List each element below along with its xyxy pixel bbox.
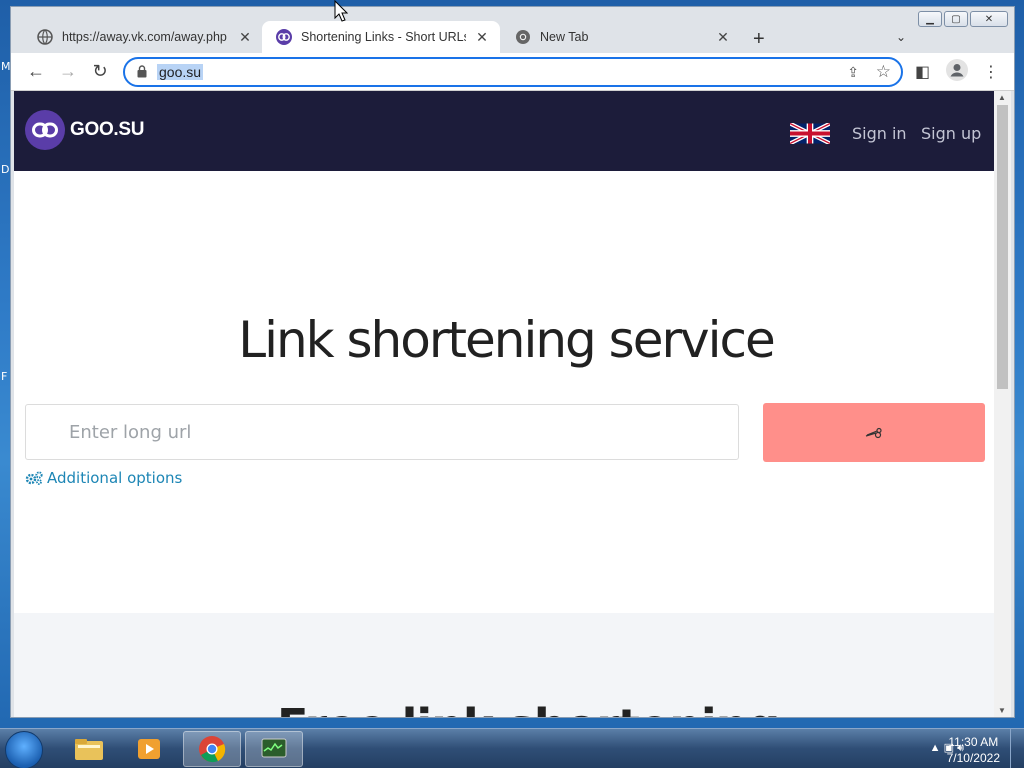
- additional-options-link[interactable]: Additional options: [25, 469, 182, 487]
- windows-taskbar: ▲ ▣ 🔊︎ 11:30 AM 7/10/2022: [0, 728, 1024, 768]
- sign-up-link[interactable]: Sign up: [921, 124, 981, 143]
- tab-strip: https://away.vk.com/away.php ✕ Shortenin…: [11, 19, 1014, 53]
- lock-icon: [137, 65, 147, 78]
- chain-link-logo-icon[interactable]: [25, 110, 65, 150]
- back-arrow-icon[interactable]: ←: [25, 61, 47, 82]
- mouse-cursor-icon: [334, 0, 348, 22]
- share-icon[interactable]: ⇪: [847, 64, 859, 81]
- scrollbar-thumb[interactable]: [997, 105, 1008, 389]
- tab-title: Shortening Links - Short URLs | G: [301, 30, 466, 44]
- media-player-taskbar-icon[interactable]: [120, 731, 178, 767]
- side-panel-icon[interactable]: ◧: [915, 62, 930, 82]
- scroll-down-icon[interactable]: ▼: [998, 706, 1006, 715]
- shorten-button[interactable]: [763, 403, 985, 462]
- show-desktop-button[interactable]: [1010, 729, 1024, 768]
- tab-title: New Tab: [540, 30, 589, 44]
- chrome-taskbar-icon[interactable]: [183, 731, 241, 767]
- page-scrollbar[interactable]: ▲ ▼: [994, 91, 1011, 717]
- site-header: GOO.SU Sign in Sign up: [14, 91, 994, 171]
- task-manager-taskbar-icon[interactable]: [245, 731, 303, 767]
- desktop-icon-label: D: [1, 163, 10, 176]
- address-bar[interactable]: goo.su ⇪ ☆: [123, 57, 903, 87]
- bookmark-star-icon[interactable]: ☆: [876, 62, 891, 82]
- profile-avatar-icon[interactable]: [946, 59, 968, 86]
- tab-search-chevron-icon[interactable]: ⌄: [896, 30, 906, 44]
- web-page: GOO.SU Sign in Sign up Link shortening s…: [14, 91, 994, 717]
- tab-goo-su[interactable]: Shortening Links - Short URLs | G ✕: [262, 21, 500, 53]
- desktop-icon-label: F: [1, 370, 8, 383]
- chrome-icon: [515, 29, 531, 45]
- site-logo-text[interactable]: GOO.SU: [70, 119, 145, 141]
- browser-window: ▁ ▢ ✕ https://away.vk.com/away.php ✕ Sho…: [10, 6, 1015, 718]
- forward-arrow-icon[interactable]: →: [57, 61, 79, 82]
- reload-icon[interactable]: ↻: [89, 61, 111, 82]
- tab-new-tab[interactable]: New Tab ✕: [501, 21, 741, 53]
- address-text[interactable]: goo.su: [157, 64, 204, 80]
- tray-expand-icon[interactable]: ▲: [930, 742, 941, 754]
- close-tab-icon[interactable]: ✕: [237, 29, 253, 46]
- system-clock[interactable]: 11:30 AM 7/10/2022: [947, 734, 1000, 766]
- close-tab-icon[interactable]: ✕: [715, 29, 731, 46]
- menu-dots-icon[interactable]: ⋮: [983, 62, 999, 82]
- file-explorer-taskbar-icon[interactable]: [60, 731, 118, 767]
- tab-title: https://away.vk.com/away.php: [62, 30, 227, 44]
- long-url-input[interactable]: [25, 404, 739, 460]
- sign-in-link[interactable]: Sign in: [852, 124, 907, 143]
- new-tab-plus-icon[interactable]: +: [753, 28, 765, 51]
- scissors-icon: [865, 427, 882, 438]
- goo-su-favicon-icon: [276, 29, 292, 45]
- tab-vk-away[interactable]: https://away.vk.com/away.php ✕: [23, 21, 263, 53]
- uk-flag-icon[interactable]: [790, 123, 830, 144]
- hero-title: Link shortening service: [238, 311, 776, 369]
- globe-icon: [37, 29, 53, 45]
- close-tab-icon[interactable]: ✕: [474, 29, 490, 46]
- scroll-up-icon[interactable]: ▲: [998, 93, 1006, 102]
- start-button[interactable]: [5, 731, 43, 768]
- clock-date: 7/10/2022: [946, 751, 1000, 765]
- gears-icon: [25, 471, 43, 485]
- browser-toolbar: ← → ↻ goo.su ⇪ ☆ ◧ ⋮: [11, 53, 1014, 91]
- additional-options-label: Additional options: [47, 469, 183, 487]
- clock-time: 11:30 AM: [948, 735, 999, 749]
- section-heading: Free link shortening: [277, 699, 780, 717]
